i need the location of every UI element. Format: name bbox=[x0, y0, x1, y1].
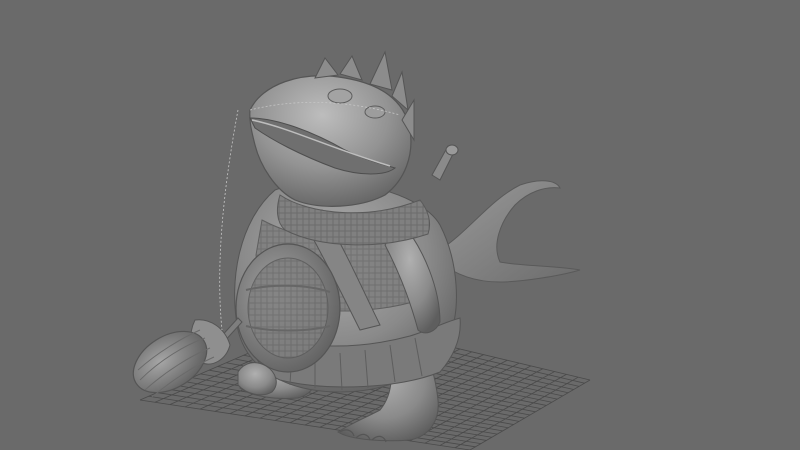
character-model[interactable] bbox=[122, 50, 581, 443]
model-tail bbox=[439, 180, 581, 283]
model-brush bbox=[132, 317, 243, 398]
3d-viewport[interactable] bbox=[0, 0, 800, 450]
viewport-canvas[interactable] bbox=[0, 0, 800, 450]
grid-line bbox=[469, 379, 591, 450]
grid-line bbox=[454, 376, 579, 449]
